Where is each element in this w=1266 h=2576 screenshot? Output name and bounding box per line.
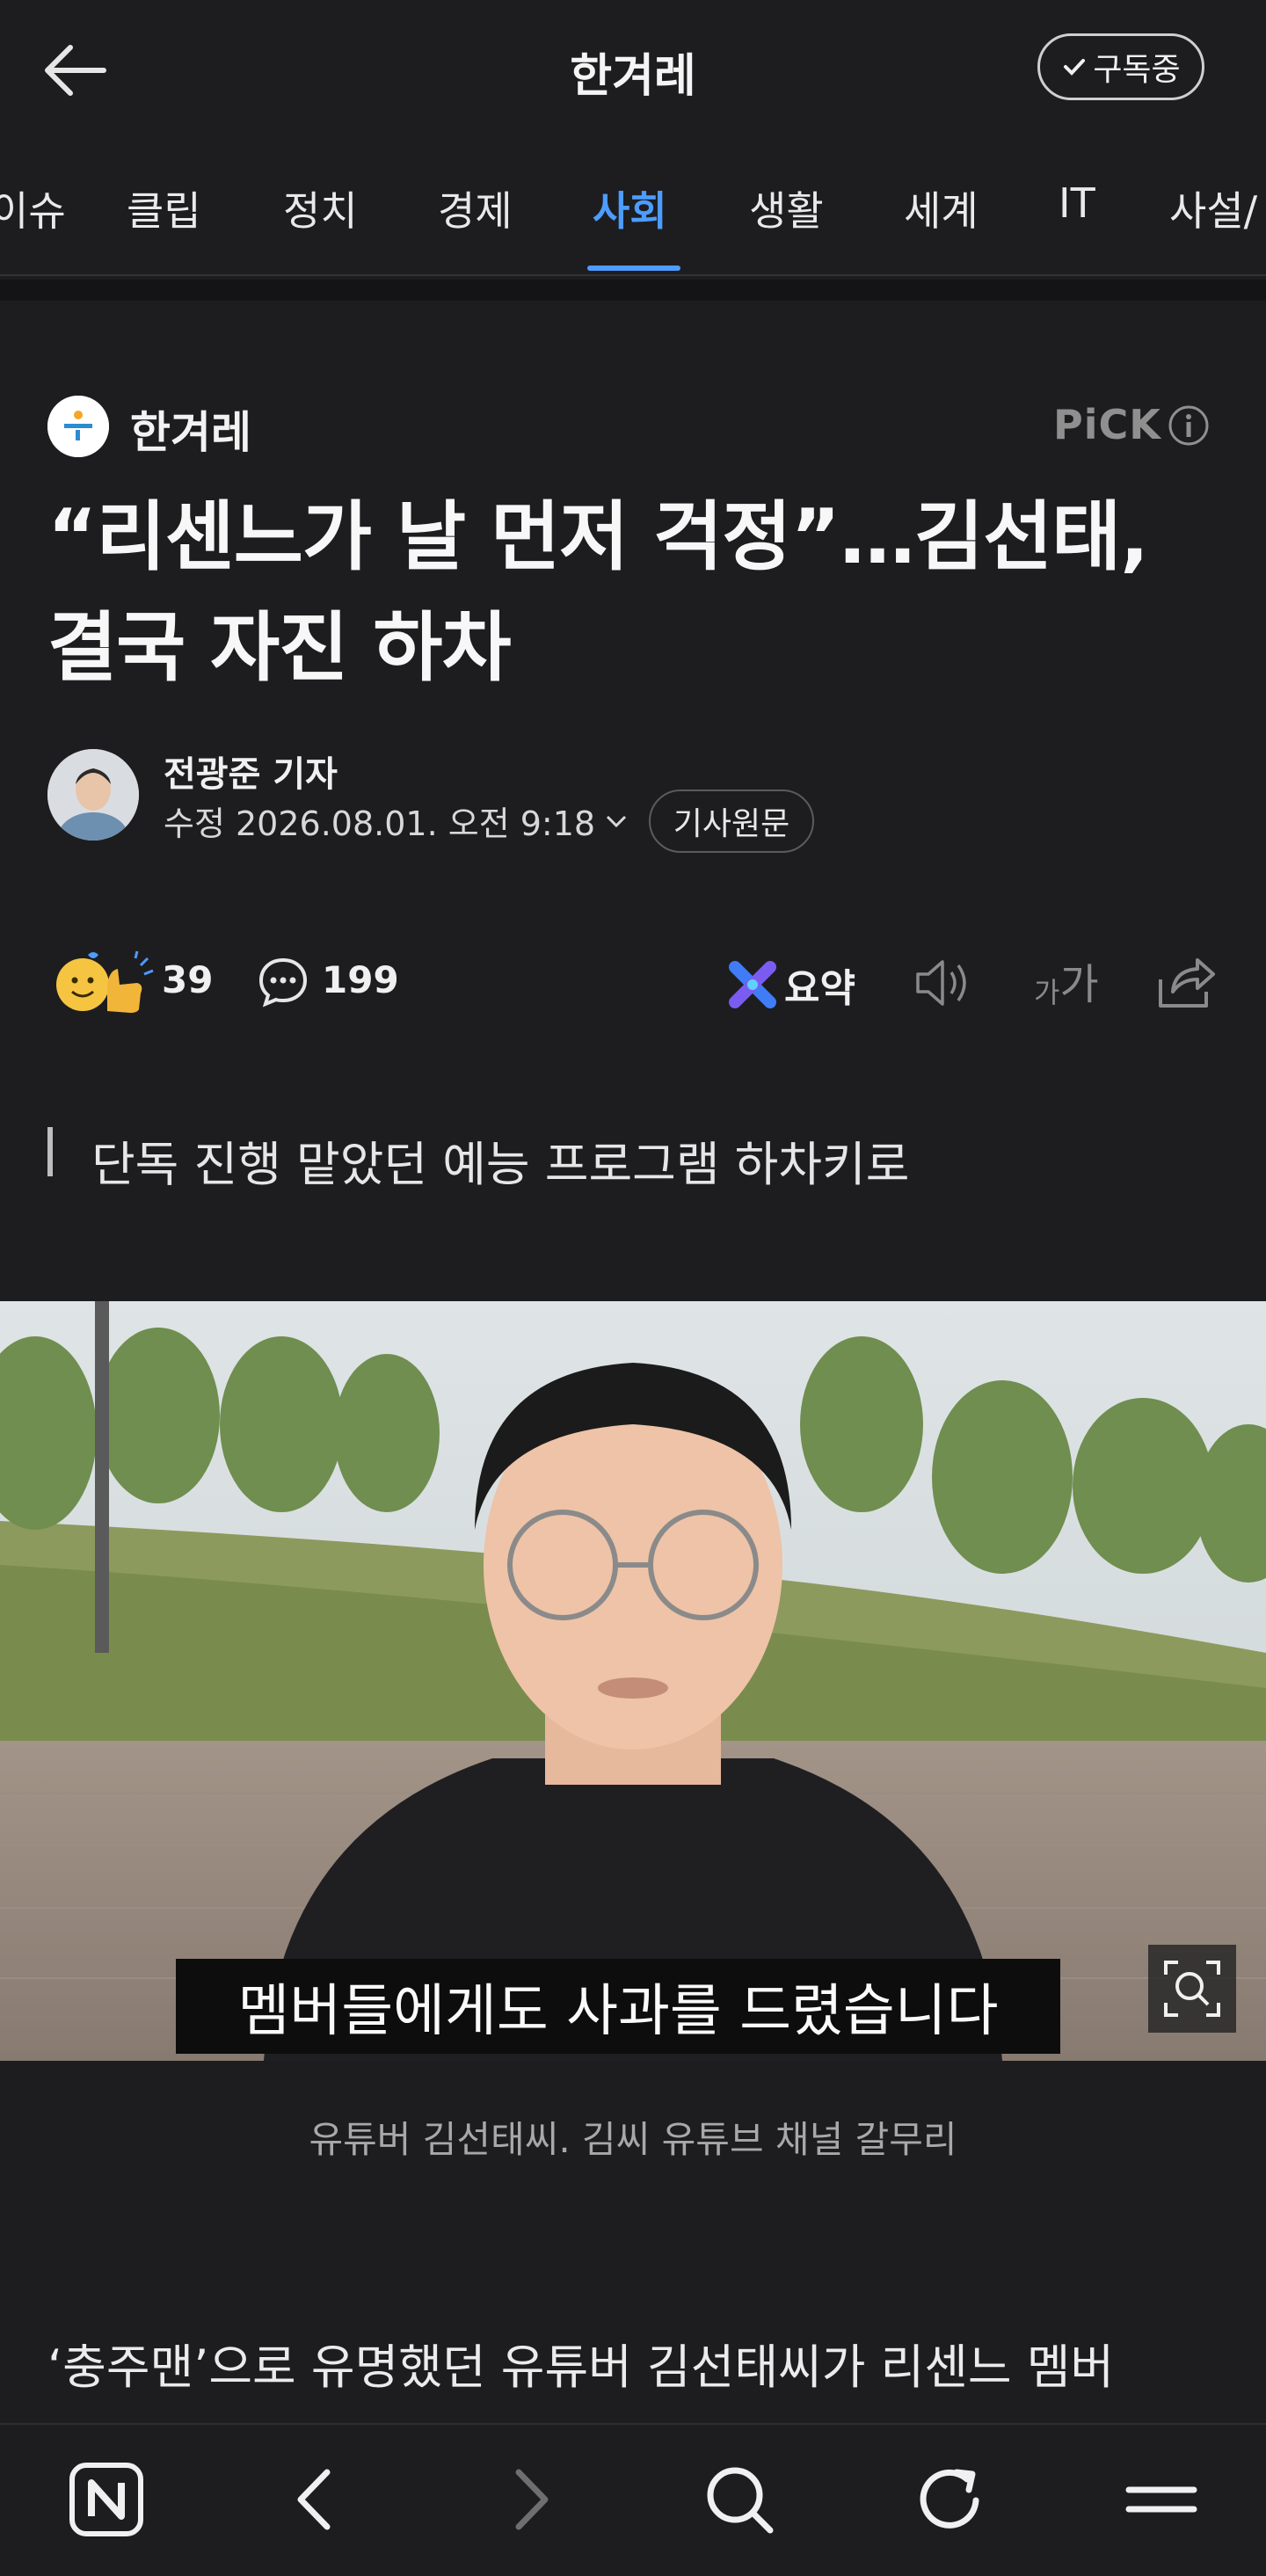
comment-icon [258, 957, 308, 1008]
tab-life[interactable]: 생활 [749, 179, 824, 237]
nav-forward-button[interactable] [489, 2460, 568, 2539]
tab-politics[interactable]: 정치 [283, 179, 358, 237]
info-icon [1168, 405, 1209, 446]
article-date[interactable]: 수정 2026.08.01. 오전 9:18 [164, 797, 630, 845]
active-tab-indicator [587, 266, 680, 271]
zoom-icon [1164, 1961, 1220, 2017]
tab-clip[interactable]: 클립 [127, 179, 201, 237]
headline-line-1: “리센느가 날 먼저 걱정”…김선태, [47, 493, 1149, 581]
summary-label[interactable]: 요약 [784, 957, 855, 1013]
photo-caption: 유튜버 김선태씨. 김씨 유튜브 채널 갈무리 [309, 2118, 957, 2161]
zoom-button[interactable] [1148, 1945, 1236, 2033]
check-icon [1064, 59, 1086, 76]
reporter-avatar[interactable] [47, 749, 139, 840]
font-size-button[interactable]: 가 가 [1034, 955, 1110, 1011]
press-logo[interactable] [47, 396, 109, 457]
summary-icon [729, 961, 776, 1008]
tab-it[interactable]: IT [1059, 179, 1095, 227]
article-headline: “리센느가 날 먼저 걱정”…김선태, 결국 자진 하차 [47, 482, 1226, 703]
tts-button[interactable] [913, 955, 974, 1011]
reaction-button[interactable] [53, 950, 155, 1016]
pick-label: PiCK [1053, 401, 1161, 448]
bottom-navigation [0, 2423, 1266, 2576]
comment-count: 199 [322, 958, 399, 1001]
home-button[interactable] [67, 2460, 146, 2539]
photo-subtitle: 멤버들에게도 사과를 드렸습니다 [176, 1959, 1060, 2054]
section-gap [0, 280, 1266, 301]
subscribe-label: 구독중 [1093, 52, 1181, 88]
tab-society[interactable]: 사회 [593, 179, 667, 237]
tab-world[interactable]: 세계 [904, 179, 979, 237]
menu-icon [1125, 2486, 1197, 2513]
headline-line-2: 결국 자진 하차 [47, 604, 512, 692]
article-body: ‘충주맨’으로 유명했던 유튜버 김선태씨가 리센느 멤버 [47, 2340, 1115, 2395]
original-article-button[interactable]: 기사원문 [649, 790, 814, 853]
subscribe-button[interactable]: 구독중 [1037, 33, 1204, 100]
reaction-count: 39 [162, 958, 214, 1001]
search-icon [707, 2467, 774, 2534]
photo-image [0, 1301, 1266, 2061]
menu-button[interactable] [1122, 2460, 1201, 2539]
subhead-bar [47, 1127, 53, 1176]
nav-back-icon [297, 2469, 331, 2530]
reporter-photo [47, 749, 139, 840]
nav-forward-icon [515, 2469, 549, 2530]
refresh-button[interactable] [911, 2460, 990, 2539]
home-n-icon [69, 2463, 143, 2536]
press-name[interactable]: 한겨레 [130, 397, 251, 461]
hani-logo-icon [47, 396, 109, 457]
chevron-down-icon [607, 815, 627, 827]
article-photo[interactable] [0, 1301, 1266, 2061]
share-button[interactable] [1155, 953, 1217, 1011]
reporter-name[interactable]: 전광준 기자 [164, 746, 338, 797]
share-icon [1159, 958, 1215, 1008]
tab-editorial[interactable]: 사설/ [1169, 179, 1257, 237]
tab-divider [0, 274, 1266, 276]
reaction-emoji-icon [56, 950, 154, 1013]
font-size-small-label: 가 [1034, 976, 1060, 1009]
summary-button[interactable] [728, 960, 777, 1009]
refresh-icon [920, 2469, 979, 2529]
tab-economy[interactable]: 경제 [438, 179, 513, 237]
article-subhead: 단독 진행 맡았던 예능 프로그램 하차키로 [91, 1137, 910, 1192]
date-text: 수정 2026.08.01. 오전 9:18 [164, 804, 596, 843]
category-tabs: 이슈 클립 정치 경제 사회 생활 세계 IT 사설/ [0, 158, 1266, 273]
speaker-icon [916, 960, 966, 1006]
tab-issue[interactable]: 이슈 [0, 179, 66, 237]
nav-back-button[interactable] [278, 2460, 357, 2539]
font-size-big-label: 가 [1059, 960, 1099, 1009]
comment-button[interactable] [257, 955, 309, 1008]
info-button[interactable] [1168, 404, 1210, 447]
search-button[interactable] [700, 2460, 779, 2539]
